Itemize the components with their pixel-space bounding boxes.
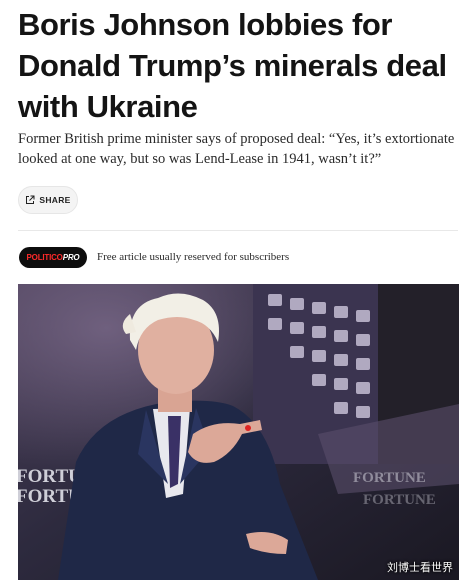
share-label: SHARE	[39, 195, 71, 205]
article-headline: Boris Johnson lobbies for Donald Trump’s…	[18, 7, 447, 124]
politico-pro-badge[interactable]: POLITICO PRO	[19, 247, 87, 268]
watermark: 刘博士看世界	[387, 561, 453, 574]
article-photo: FORTU FORTUNE FORTUNE FORTUNE 刘博士看世界	[18, 284, 459, 580]
backdrop-text-1: FORTU	[18, 466, 82, 487]
backdrop-text-3: FORTUNE	[353, 470, 426, 486]
divider	[18, 230, 458, 231]
share-button[interactable]: SHARE	[18, 186, 78, 214]
external-share-icon	[25, 195, 35, 205]
free-article-note: Free article usually reserved for subscr…	[97, 251, 290, 263]
badge-brand: POLITICO	[26, 253, 63, 262]
badge-pro: PRO	[62, 253, 80, 262]
article-dek: Former British prime minister says of pr…	[18, 131, 455, 167]
backdrop-text-4: FORTUNE	[363, 492, 436, 508]
stage-screen	[253, 284, 459, 494]
